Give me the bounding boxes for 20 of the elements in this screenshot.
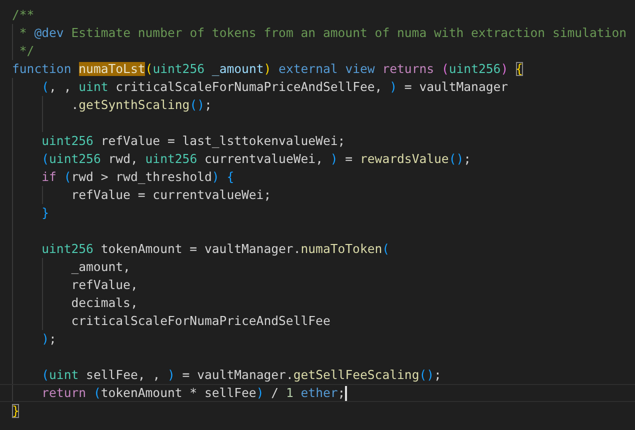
code-line: return (tokenAmount * sellFee) / 1 ether;: [40, 386, 346, 400]
code-line: (uint sellFee, , ) = vaultManager.getSellFeeScaling();: [40, 368, 442, 382]
code-line: (, , uint criticalScaleForNumaPriceAndSellFee, ) = vaultManager: [40, 80, 508, 94]
code-line: function numaToLst(uint256 _amount) external view returns (uint256) {: [12, 62, 523, 76]
code-line: if (rwd > rwd_threshold) {: [40, 170, 234, 184]
code-line: refValue = currentvalueWei;: [70, 188, 272, 202]
code-line: }: [12, 404, 20, 418]
code-line: decimals,: [70, 296, 138, 310]
code-line: * @dev Estimate number of tokens from an amount of numa with extraction simulation: [18, 26, 626, 40]
code-line: .getSynthScaling();: [70, 98, 212, 112]
code-line: uint256 tokenAmount = vaultManager.numaToToken(: [40, 242, 390, 256]
code-line: _amount,: [70, 260, 130, 274]
code-line: }: [40, 206, 50, 220]
code-line: refValue,: [70, 278, 138, 292]
code-line: (uint256 rwd, uint256 currentvalueWei, ) = rewardsValue();: [40, 152, 472, 166]
code-line: uint256 refValue = last_lsttokenvalueWei;: [40, 134, 346, 148]
code-line: */: [18, 44, 34, 58]
code-line: /**: [12, 8, 34, 22]
code-line: );: [40, 332, 56, 346]
code-line: criticalScaleForNumaPriceAndSellFee: [70, 314, 330, 328]
